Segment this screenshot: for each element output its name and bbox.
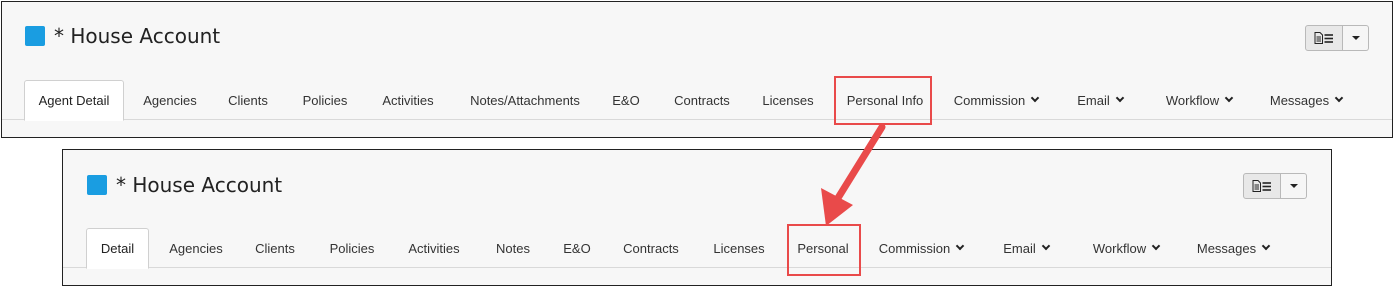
tab-policies[interactable]: Policies [317, 228, 387, 268]
tab-label: Policies [302, 92, 348, 108]
tab-label: Policies [329, 240, 375, 256]
bottom-tab-bar: Detail Agencies Clients Policies Activit… [63, 228, 1331, 269]
tab-label: Licenses [713, 240, 765, 256]
tab-label: Workflow [1165, 92, 1220, 108]
tab-contracts[interactable]: Contracts [611, 228, 691, 268]
chevron-down-icon [1115, 93, 1124, 103]
tab-label: Activities [408, 240, 460, 256]
report-menu-toggle[interactable] [1343, 25, 1369, 51]
tab-personal[interactable]: Personal [788, 228, 858, 268]
bottom-record-panel: * House Account Detail Agencies Clients … [62, 149, 1332, 286]
tab-label: E&O [563, 240, 591, 256]
caret-down-icon [1351, 36, 1360, 40]
tab-workflow[interactable]: Workflow [1079, 228, 1173, 268]
report-button[interactable] [1305, 25, 1343, 51]
tab-label: Agent Detail [38, 93, 110, 108]
chevron-down-icon [956, 241, 965, 251]
report-button-group [1243, 173, 1307, 199]
tab-agencies[interactable]: Agencies [131, 80, 209, 120]
record-header: * House Account [25, 24, 220, 48]
tab-commission[interactable]: Commission [946, 80, 1046, 120]
tab-label: Contracts [674, 92, 730, 108]
record-color-square [25, 26, 45, 46]
tab-messages[interactable]: Messages [1260, 80, 1352, 120]
chevron-down-icon [1224, 93, 1234, 103]
chevron-down-icon [1151, 241, 1161, 251]
chevron-down-icon [1031, 93, 1040, 103]
tab-label: Activities [382, 92, 434, 108]
tab-label: Workflow [1092, 240, 1147, 256]
report-button[interactable] [1243, 173, 1281, 199]
tab-label: Messages [1196, 240, 1257, 256]
tab-label: Contracts [623, 240, 679, 256]
tab-detail[interactable]: Detail [86, 228, 149, 269]
page-title: * House Account [116, 173, 283, 197]
tab-workflow[interactable]: Workflow [1152, 80, 1246, 120]
tab-label: Licenses [762, 92, 814, 108]
tab-notes-attachments[interactable]: Notes/Attachments [459, 80, 591, 120]
tab-personal-info[interactable]: Personal Info [839, 80, 931, 120]
report-button-group [1305, 25, 1369, 51]
record-header: * House Account [87, 173, 282, 197]
tab-licenses[interactable]: Licenses [752, 80, 824, 120]
tab-label: Personal Info [846, 92, 924, 108]
top-tab-bar: Agent Detail Agencies Clients Policies A… [2, 80, 1392, 121]
tab-label: Detail [100, 241, 135, 256]
tab-label: Notes/Attachments [470, 92, 580, 108]
tab-label: Clients [255, 240, 295, 256]
document-list-icon [1252, 180, 1272, 192]
chevron-down-icon [1334, 93, 1344, 103]
tab-notes[interactable]: Notes [485, 228, 541, 268]
tab-label: Agencies [169, 240, 223, 256]
tab-activities[interactable]: Activities [368, 80, 448, 120]
tab-label: Messages [1269, 92, 1330, 108]
tab-agencies[interactable]: Agencies [157, 228, 235, 268]
tab-label: Agencies [143, 92, 197, 108]
tab-e-and-o[interactable]: E&O [601, 80, 651, 120]
tab-agent-detail[interactable]: Agent Detail [24, 80, 124, 121]
tab-clients[interactable]: Clients [242, 228, 308, 268]
tab-label: Email [1077, 92, 1110, 108]
document-list-icon [1314, 32, 1334, 44]
chevron-down-icon [1041, 241, 1050, 251]
tab-commission[interactable]: Commission [871, 228, 971, 268]
tab-label: Email [1003, 240, 1036, 256]
caret-down-icon [1289, 184, 1298, 188]
tab-policies[interactable]: Policies [289, 80, 361, 120]
tab-e-and-o[interactable]: E&O [552, 228, 602, 268]
tab-messages[interactable]: Messages [1187, 228, 1279, 268]
tab-clients[interactable]: Clients [215, 80, 281, 120]
chevron-down-icon [1261, 241, 1271, 251]
tab-label: Notes [496, 240, 530, 256]
record-color-square [87, 175, 107, 195]
tab-label: E&O [612, 92, 640, 108]
tab-label: Clients [228, 92, 268, 108]
tab-contracts[interactable]: Contracts [662, 80, 742, 120]
tab-email[interactable]: Email [1069, 80, 1131, 120]
top-record-panel: * House Account Agent Detail Agencies Cl… [1, 1, 1393, 138]
tab-activities[interactable]: Activities [394, 228, 474, 268]
page-title: * House Account [54, 24, 221, 48]
tab-licenses[interactable]: Licenses [703, 228, 775, 268]
tab-label: Personal [797, 240, 849, 256]
tab-label: Commission [878, 240, 951, 256]
report-menu-toggle[interactable] [1281, 173, 1307, 199]
tab-label: Commission [953, 92, 1026, 108]
tab-email[interactable]: Email [995, 228, 1057, 268]
